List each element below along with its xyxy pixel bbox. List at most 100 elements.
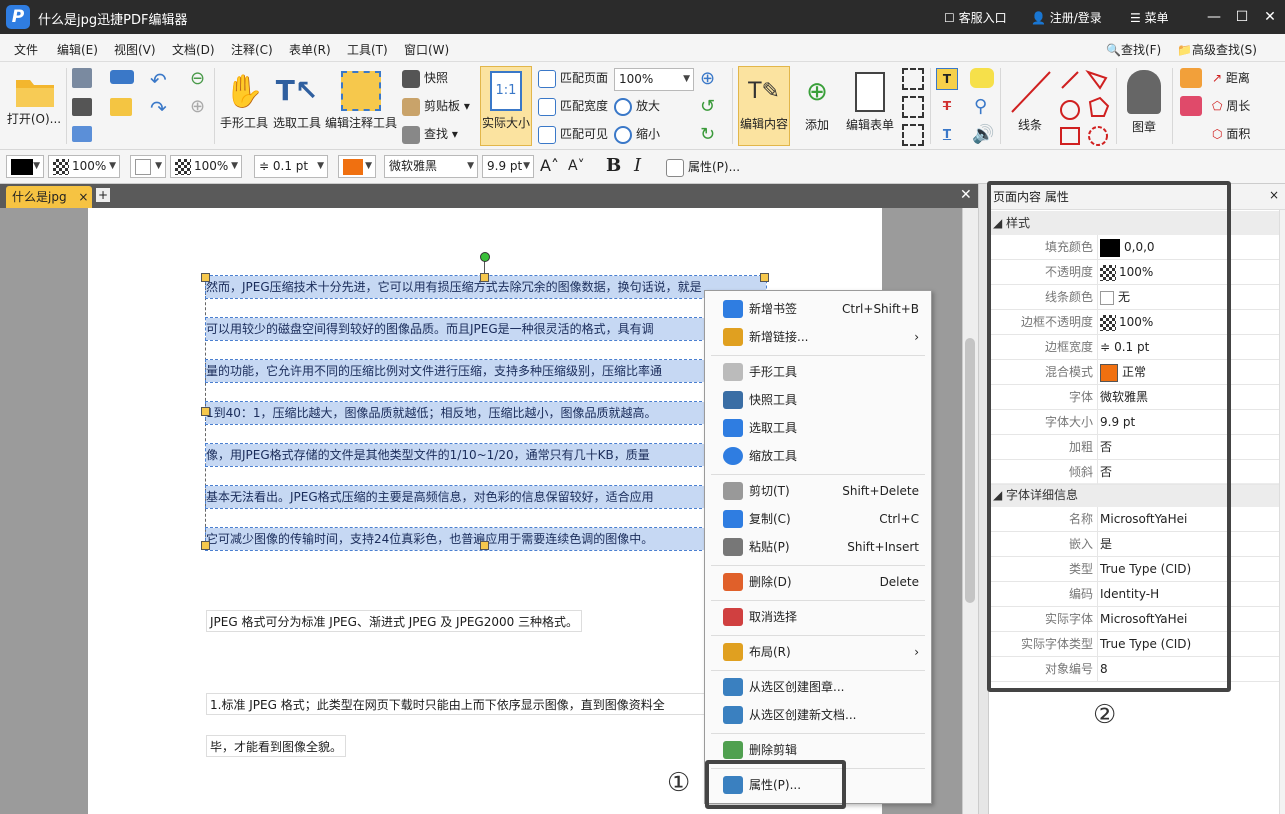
line-width-select[interactable]: ≑ 0.1 pt ▼ <box>254 155 328 178</box>
area-button[interactable]: ⬡ 面积 <box>1212 122 1250 146</box>
edit-annotation-button[interactable]: 编辑注释工具 <box>324 68 398 131</box>
menu-item-zoom-tool[interactable]: 缩放工具 <box>705 442 931 470</box>
font-shrink-icon[interactable]: A˅ <box>568 158 585 174</box>
forward-icon[interactable]: ⊕ <box>190 96 205 117</box>
close-tab-icon[interactable]: × <box>78 190 88 204</box>
callout-icon[interactable] <box>902 124 924 146</box>
edit-content-button[interactable]: T✎ 编辑内容 <box>738 66 790 146</box>
tab-document[interactable]: 什么是jpg × <box>6 186 92 208</box>
menu-item-copy[interactable]: 复制(C) Ctrl+C <box>705 505 931 533</box>
distance-button[interactable]: ↗ 距离 <box>1212 66 1250 90</box>
rotate-handle[interactable] <box>480 252 490 262</box>
menu-view[interactable]: 视图(V) <box>114 41 156 58</box>
fill-color-select[interactable]: ▼ <box>130 155 166 178</box>
find-button[interactable]: 🔍查找(F) <box>1106 41 1161 58</box>
minimize-button[interactable]: — <box>1200 4 1228 30</box>
close-button[interactable]: ✕ <box>1256 4 1284 30</box>
bold-icon[interactable]: B <box>606 155 621 176</box>
menu-item-hand-tool[interactable]: 手形工具 <box>705 358 931 386</box>
textfield-icon[interactable] <box>902 96 924 118</box>
back-icon[interactable]: ⊖ <box>190 68 205 89</box>
snapshot-button[interactable]: 快照 <box>402 66 448 90</box>
menu-item-layout[interactable]: 布局(R) › <box>705 638 931 666</box>
note-icon[interactable] <box>970 68 994 88</box>
menu-file[interactable]: 文件 <box>14 41 38 58</box>
cloud-icon[interactable] <box>110 70 134 84</box>
selected-text-line[interactable]: 像，用JPEG格式存储的文件是其他类型文件的1/10~1/20，通常只有几十KB… <box>205 443 707 467</box>
resize-handle[interactable] <box>480 273 489 282</box>
resize-handle[interactable] <box>480 541 489 550</box>
menu-item-paste[interactable]: 粘贴(P) Shift+Insert <box>705 533 931 561</box>
resize-handle[interactable] <box>201 407 210 416</box>
panel-scrollbar[interactable] <box>1279 210 1285 814</box>
rotate-right-icon[interactable]: ↻ <box>700 124 715 145</box>
clipboard-button[interactable]: 剪贴板 ▾ <box>402 94 470 118</box>
edit-form-button[interactable]: 编辑表单 <box>844 68 896 133</box>
login-button[interactable]: 👤 注册/登录 <box>1031 9 1102 26</box>
actual-size-button[interactable]: 1:1 实际大小 <box>480 66 532 146</box>
pencil-icon[interactable] <box>1180 68 1202 88</box>
maximize-button[interactable]: ☐ <box>1228 4 1256 30</box>
save-icon[interactable] <box>72 68 92 88</box>
selected-text-line[interactable]: 量的功能，它允许用不同的压缩比例对文件进行压缩，支持多种压缩级别，压缩比率通 <box>205 359 707 383</box>
menu-item-deselect[interactable]: 取消选择 <box>705 603 931 631</box>
main-menu-button[interactable]: ☰ 菜单 <box>1130 9 1169 26</box>
text-line[interactable]: JPEG 格式可分为标准 JPEG、渐进式 JPEG 及 JPEG2000 三种… <box>206 610 583 632</box>
typewriter-icon[interactable]: T <box>936 68 958 90</box>
select-tool-button[interactable]: T↖ 选取工具 <box>271 68 323 131</box>
close-panel-icon[interactable]: × <box>1269 188 1279 202</box>
zoom-in-button[interactable]: 放大 <box>614 94 660 118</box>
zoom-select[interactable]: 100% ▼ <box>614 68 694 91</box>
resize-handle[interactable] <box>201 541 210 550</box>
italic-icon[interactable]: I <box>634 155 641 176</box>
menu-item-snapshot-tool[interactable]: 快照工具 <box>705 386 931 414</box>
perimeter-button[interactable]: ⬠ 周长 <box>1212 94 1250 118</box>
sound-icon[interactable]: 🔊 <box>972 124 994 145</box>
find-tool-button[interactable]: 查找 ▾ <box>402 122 458 146</box>
text-box-icon[interactable] <box>902 68 924 90</box>
text-line[interactable]: 毕，才能看到图像全貌。 <box>206 735 347 757</box>
selected-text-line[interactable]: 可以用较少的磁盘空间得到较好的图像品质。而且JPEG是一种很灵活的格式，具有调 <box>205 317 707 341</box>
service-button[interactable]: ☐ 客服入口 <box>944 9 1007 26</box>
menu-tools[interactable]: 工具(T) <box>347 41 388 58</box>
scroll-thumb[interactable] <box>965 338 975 603</box>
text-color-select[interactable]: ▼ <box>338 155 376 178</box>
menu-form[interactable]: 表单(R) <box>289 41 331 58</box>
properties-button[interactable]: 属性(P)... <box>666 155 740 179</box>
menu-comment[interactable]: 注释(C) <box>231 41 273 58</box>
attachment-icon[interactable]: ⚲ <box>974 96 987 117</box>
stamp-button[interactable]: 图章 <box>1120 68 1168 135</box>
advanced-find-button[interactable]: 📁高级查找(S) <box>1177 41 1257 58</box>
menu-edit[interactable]: 编辑(E) <box>57 41 98 58</box>
shape-tools-icon[interactable] <box>1058 68 1114 150</box>
rotate-left-icon[interactable]: ↺ <box>700 96 715 117</box>
font-select[interactable]: 微软雅黑 ▼ <box>384 155 478 178</box>
underline-icon[interactable]: T <box>936 124 958 146</box>
fit-visible-button[interactable]: 匹配可见 <box>538 122 608 146</box>
magnifier-icon[interactable]: ⊕ <box>700 68 715 89</box>
menu-item-create-document[interactable]: 从选区创建新文档... <box>705 701 931 729</box>
resize-handle[interactable] <box>760 273 769 282</box>
resize-handle[interactable] <box>201 273 210 282</box>
undo-icon[interactable]: ↶ <box>150 68 167 92</box>
selected-text-line[interactable]: 基本无法看出。JPEG格式压缩的主要是高频信息，对色彩的信息保留较好，适合应用 <box>205 485 707 509</box>
line-tool-button[interactable]: 线条 <box>1004 68 1056 133</box>
menu-item-create-stamp[interactable]: 从选区创建图章... <box>705 673 931 701</box>
font-grow-icon[interactable]: A˄ <box>540 156 559 175</box>
close-document-icon[interactable]: ✕ <box>960 187 972 203</box>
eraser-icon[interactable] <box>1180 96 1202 116</box>
menu-window[interactable]: 窗口(W) <box>404 41 449 58</box>
fit-width-button[interactable]: 匹配宽度 <box>538 94 608 118</box>
hand-tool-button[interactable]: ✋ 手形工具 <box>218 68 270 131</box>
menu-item-select-tool[interactable]: 选取工具 <box>705 414 931 442</box>
menu-item-delete[interactable]: 删除(D) Delete <box>705 568 931 596</box>
stroke-color-select[interactable]: ▼ <box>6 155 44 178</box>
menu-item-cut[interactable]: 剪切(T) Shift+Delete <box>705 477 931 505</box>
selected-text-line[interactable]: 1到40：1，压缩比越大，图像品质就越低；相反地，压缩比越小，图像品质就越高。 <box>205 401 707 425</box>
add-button[interactable]: ⊕ 添加 <box>794 68 840 133</box>
selected-text-line[interactable]: 它可减少图像的传输时间，支持24位真彩色，也普遍应用于需要连续色调的图像中。 <box>205 527 707 551</box>
new-doc-icon[interactable] <box>110 98 132 116</box>
font-size-select[interactable]: 9.9 pt ▼ <box>482 155 534 178</box>
stroke-opacity-select[interactable]: 100% ▼ <box>48 155 120 178</box>
fit-page-button[interactable]: 匹配页面 <box>538 66 608 90</box>
